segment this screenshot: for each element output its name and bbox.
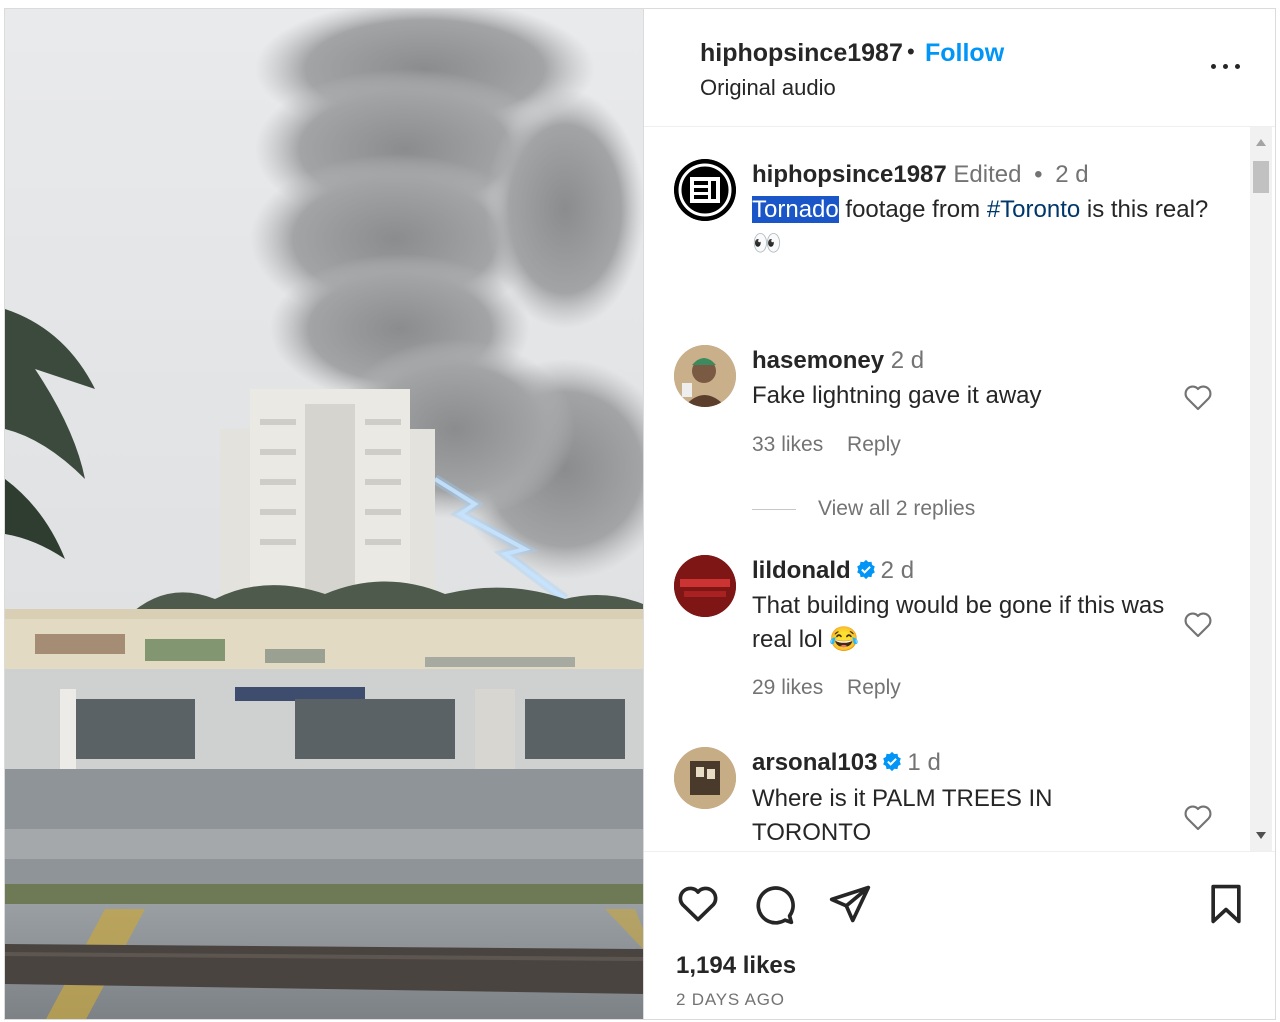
reply-button[interactable]: Reply [847, 433, 901, 456]
comment-like-icon[interactable] [1182, 801, 1214, 833]
separator-dot: • [907, 39, 915, 64]
comment-username[interactable]: hasemoney [752, 347, 884, 374]
commenter-photo [674, 555, 736, 617]
caption-text-part: footage from [838, 196, 987, 223]
comments-scrollbar[interactable] [1250, 127, 1272, 851]
comment-header: arsonal103 1 d [752, 749, 941, 777]
verified-badge-icon [856, 559, 875, 579]
comment-header: hasemoney 2 d [752, 347, 924, 375]
view-replies-button[interactable]: View all 2 replies [752, 497, 975, 521]
comment-meta: 33 likes Reply [752, 433, 919, 457]
verified-badge-icon [883, 751, 902, 771]
likes-count[interactable]: 1,194 likes [676, 952, 796, 980]
caption-edited: Edited [953, 161, 1022, 188]
scroll-up-arrow-icon[interactable] [1256, 139, 1266, 146]
comment-time: 2 d [880, 557, 915, 584]
caption-username[interactable]: hiphopsince1987 [752, 161, 947, 188]
caption-time: 2 d [1055, 161, 1089, 188]
caption-hashtag[interactable]: #Toronto [987, 196, 1080, 223]
commenter-photo [674, 747, 736, 809]
author-username[interactable]: hiphopsince1987 [700, 39, 903, 68]
post-actions: 1,194 likes 2 DAYS AGO [644, 851, 1275, 1019]
author-avatar[interactable] [674, 159, 736, 221]
commenter-avatar[interactable] [674, 345, 736, 407]
caption-header: hiphopsince1987 Edited • 2 d [752, 161, 1089, 189]
divider-line [752, 508, 796, 510]
comment-icon[interactable] [752, 882, 796, 926]
view-replies-label: View all 2 replies [818, 497, 976, 520]
follow-button[interactable]: Follow [925, 39, 1004, 68]
comment-like-icon[interactable] [1182, 381, 1214, 413]
comment-username[interactable]: arsonal103 [752, 749, 877, 776]
heart-icon[interactable] [676, 882, 720, 926]
post-dialog: hiphopsince1987 • Follow Original audio [4, 8, 1276, 1020]
share-icon[interactable] [828, 882, 872, 926]
comment-text: Fake lightning gave it away [752, 382, 1042, 409]
reply-button[interactable]: Reply [847, 676, 901, 699]
comment-like-icon[interactable] [1182, 608, 1214, 640]
commenter-avatar[interactable] [674, 747, 736, 809]
comment-likes[interactable]: 29 likes [752, 676, 823, 699]
post-timestamp: 2 DAYS AGO [676, 990, 785, 1009]
comment-likes[interactable]: 33 likes [752, 433, 823, 456]
audio-label[interactable]: Original audio [700, 75, 836, 101]
comment-time: 1 d [907, 749, 941, 776]
comments-list[interactable]: hiphopsince1987 Edited • 2 d Tornado foo… [644, 127, 1250, 851]
commenter-avatar[interactable] [674, 555, 736, 617]
scroll-down-arrow-icon[interactable] [1256, 832, 1266, 839]
comment-text: Where is it PALM TREES IN TORONTO [752, 785, 1053, 846]
tornado-scene-image [5, 9, 643, 1019]
comment-username[interactable]: lildonald [752, 557, 851, 584]
more-icon[interactable] [1206, 55, 1246, 79]
caption-highlighted-word: Tornado [752, 196, 839, 223]
scroll-thumb[interactable] [1253, 161, 1269, 193]
post-video[interactable] [5, 9, 643, 1019]
caption-dot: • [1034, 161, 1043, 188]
bookmark-icon[interactable] [1204, 882, 1248, 926]
commenter-photo [674, 345, 736, 407]
comment-time: 2 d [890, 347, 925, 374]
caption-text: Tornado footage from #Toronto is this re… [752, 193, 1212, 261]
comment-header: lildonald 2 d [752, 557, 914, 585]
comment-meta: 29 likes Reply [752, 676, 919, 700]
post-panel: hiphopsince1987 • Follow Original audio [643, 9, 1275, 1019]
author-logo-icon [674, 159, 736, 221]
comment-text: That building would be gone if this was … [752, 592, 1165, 653]
post-header: hiphopsince1987 • Follow Original audio [644, 9, 1275, 127]
